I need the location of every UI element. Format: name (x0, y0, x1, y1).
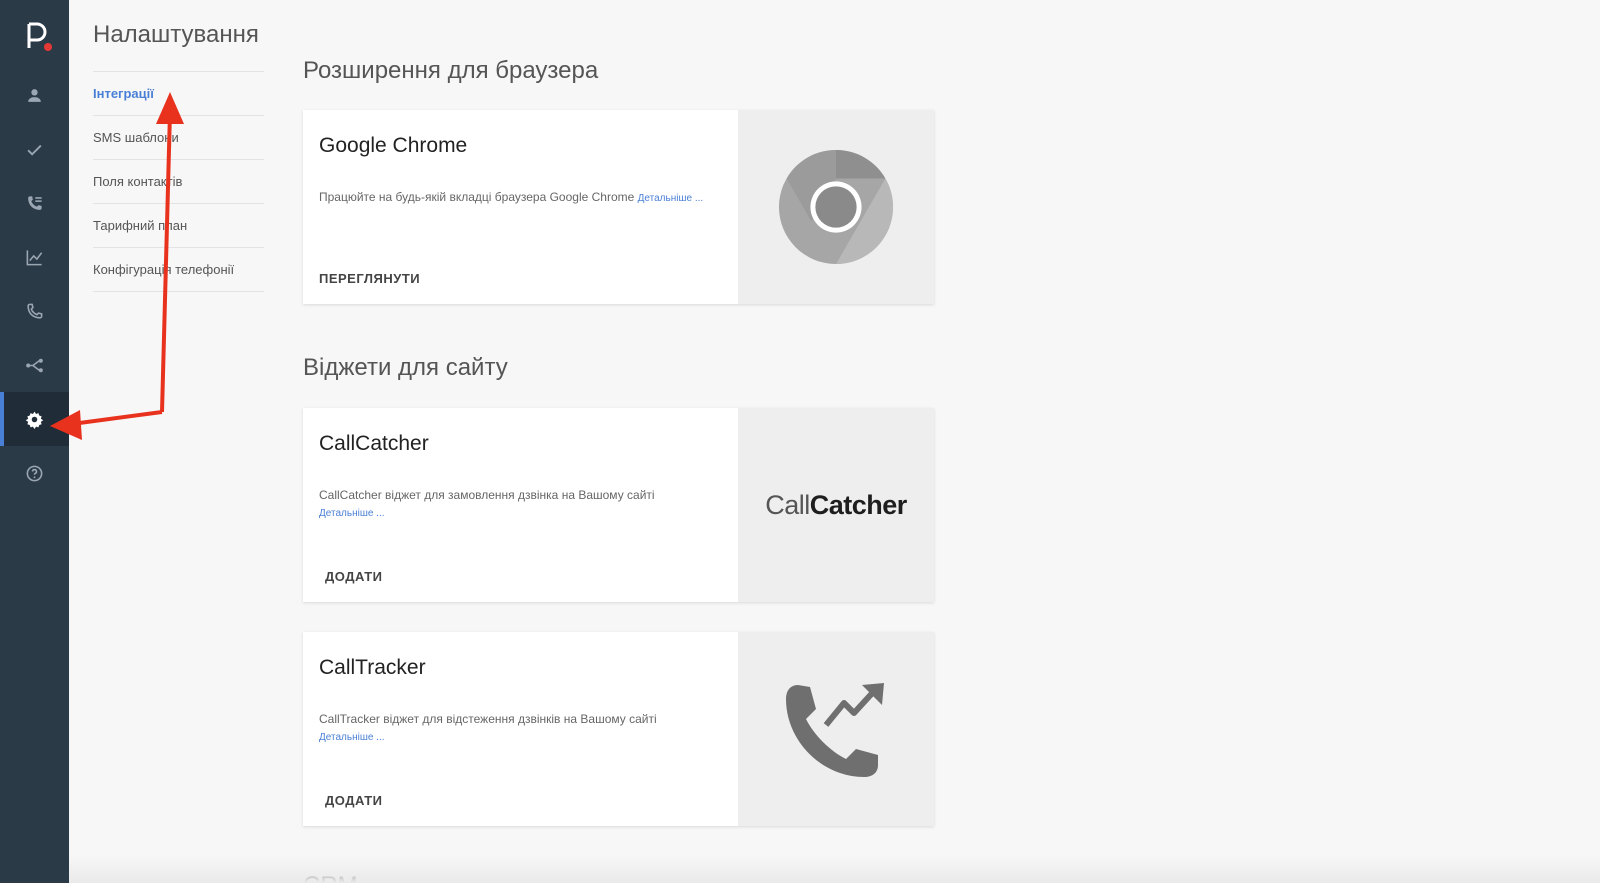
page-title: Налаштування (93, 21, 259, 48)
card-media (738, 632, 934, 826)
card-title: CallCatcher (319, 432, 429, 455)
card-description-text: Працюйте на будь-якій вкладці браузера G… (319, 190, 635, 204)
subnav-item-tariff-plan[interactable]: Тарифний план (93, 204, 264, 248)
sidebar-item-tasks[interactable] (0, 122, 69, 176)
add-button[interactable]: ДОДАТИ (325, 569, 383, 584)
card-more-link[interactable]: Детальніше ... (319, 508, 385, 519)
card-description-text: CallCatcher віджет для замовлення дзвінк… (319, 488, 655, 502)
phone-icon (27, 303, 43, 319)
logo-part-call: Call (765, 489, 810, 520)
sidebar-item-help[interactable] (0, 446, 69, 500)
share-icon (26, 358, 43, 372)
sidebar-item-analytics[interactable] (0, 230, 69, 284)
sidebar-rail (0, 0, 69, 883)
logo-part-catcher: Catcher (809, 489, 908, 520)
sidebar-item-contacts[interactable] (0, 68, 69, 122)
card-callcatcher: CallCatcher CallCatcher віджет для замов… (303, 408, 934, 602)
bottom-fade (69, 855, 1600, 883)
card-description: CallCatcher віджет для замовлення дзвінк… (319, 487, 719, 522)
view-button[interactable]: ПЕРЕГЛЯНУТИ (319, 271, 420, 286)
subnav-item-contact-fields[interactable]: Поля контактів (93, 160, 264, 204)
card-media: CallCatcher (738, 408, 934, 602)
person-icon (28, 88, 41, 102)
check-icon (27, 144, 42, 156)
chrome-icon (778, 149, 894, 265)
card-more-link[interactable]: Детальніше ... (638, 193, 704, 204)
call-list-icon (28, 195, 42, 210)
card-body: Google Chrome Працюйте на будь-якій вкла… (303, 110, 738, 304)
sidebar-item-settings[interactable] (0, 392, 69, 446)
subnav-item-integrations[interactable]: Інтеграції (93, 72, 264, 116)
card-google-chrome: Google Chrome Працюйте на будь-якій вкла… (303, 110, 934, 304)
card-calltracker: CallTracker CallTracker віджет для відст… (303, 632, 934, 826)
subnav-item-telephony-config[interactable]: Конфігурація телефонії (93, 248, 264, 292)
card-media (738, 110, 934, 304)
section-title-crm: CRM (303, 872, 358, 883)
app-logo[interactable] (24, 20, 54, 54)
gear-icon (25, 411, 44, 429)
section-title-browser: Розширення для браузера (303, 57, 599, 84)
card-title: CallTracker (319, 656, 426, 679)
card-description-text: CallTracker віджет для відстеження дзвін… (319, 712, 657, 726)
settings-subnav: Інтеграції SMS шаблони Поля контактів Та… (93, 71, 264, 292)
card-body: CallCatcher CallCatcher віджет для замов… (303, 408, 738, 602)
card-description: CallTracker віджет для відстеження дзвін… (319, 711, 719, 746)
card-body: CallTracker CallTracker віджет для відст… (303, 632, 738, 826)
section-title-widgets: Віджети для сайту (303, 354, 508, 381)
chart-icon (26, 249, 43, 265)
card-description: Працюйте на будь-якій вкладці браузера G… (319, 189, 719, 207)
subnav-item-sms-templates[interactable]: SMS шаблони (93, 116, 264, 160)
help-icon (26, 465, 43, 481)
sidebar-item-routing[interactable] (0, 338, 69, 392)
add-button[interactable]: ДОДАТИ (325, 793, 383, 808)
card-title: Google Chrome (319, 134, 468, 157)
sidebar-item-telephony[interactable] (0, 284, 69, 338)
callcatcher-logo: CallCatcher (765, 490, 907, 521)
sidebar-item-calls[interactable] (0, 176, 69, 230)
card-more-link[interactable]: Детальніше ... (319, 732, 385, 743)
annotation-arrow-line-left (71, 410, 163, 426)
phone-trend-icon (786, 683, 884, 777)
